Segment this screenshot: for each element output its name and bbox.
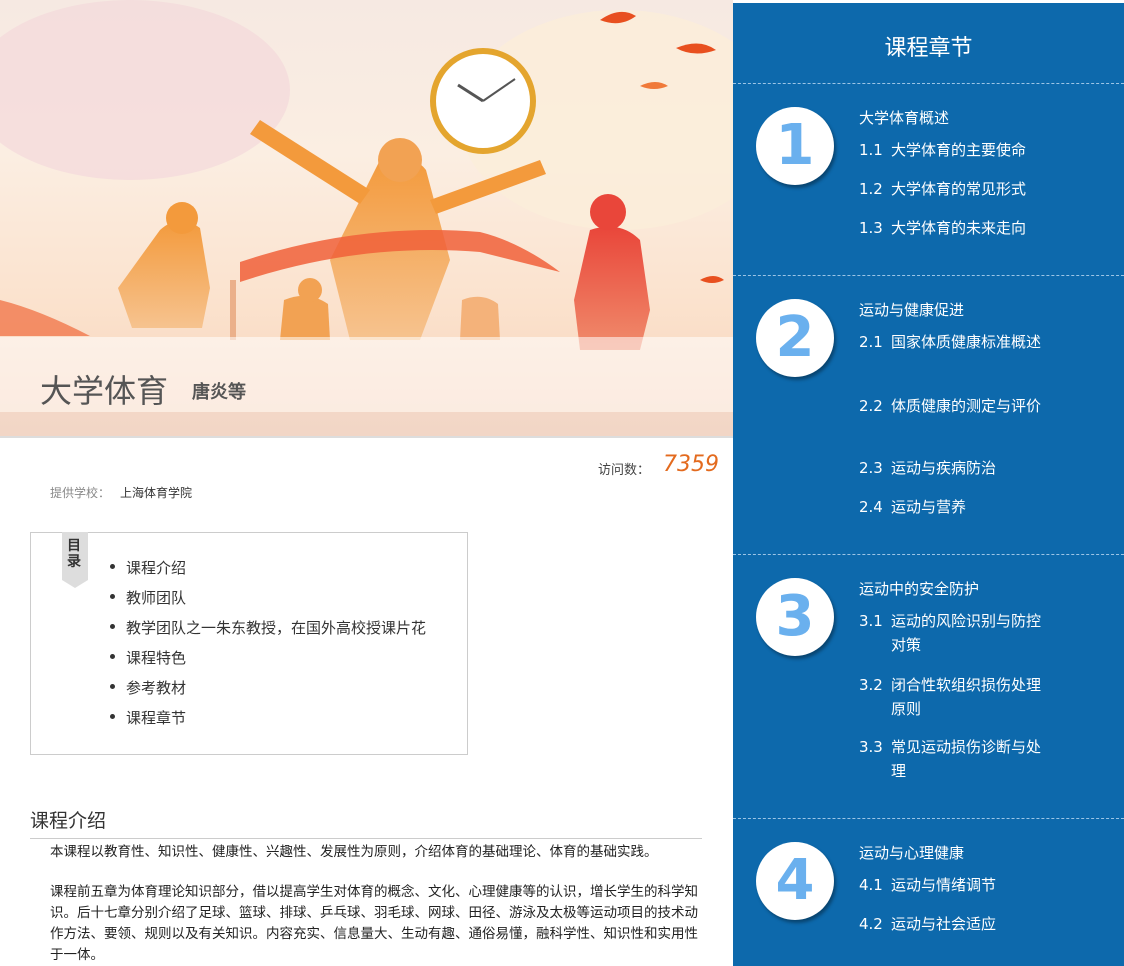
section-number: 2.2: [859, 397, 883, 415]
toc-item-label: 课程章节: [126, 709, 187, 727]
chapter-name[interactable]: 大学体育概述: [859, 107, 949, 128]
chapters-sidebar: 课程章节 1 大学体育概述 1.1 大学体育的主要使命 1.2 大学体育的常见形…: [733, 0, 1124, 966]
toc-item[interactable]: 课程介绍: [110, 555, 426, 585]
section-link[interactable]: 大学体育的主要使命: [891, 138, 1051, 162]
school-label: 提供学校：: [50, 486, 111, 500]
course-banner: 大学体育 唐炎等: [0, 0, 733, 438]
intro-paragraph: 本课程以教育性、知识性、健康性、兴趣性、发展性为原则，介绍体育的基础理论、体育的…: [50, 844, 658, 860]
chapter-number-badge: 2: [756, 299, 834, 377]
section-link[interactable]: 运动与疾病防治: [891, 456, 1051, 480]
chapter-name[interactable]: 运动与心理健康: [859, 842, 964, 863]
section-number: 3.2: [859, 676, 883, 694]
section-link[interactable]: 体质健康的测定与评价: [891, 394, 1051, 418]
bullet-icon: [110, 594, 115, 599]
toc-item-label: 教学团队之一朱东教授，在国外高校授课片花: [126, 619, 427, 637]
toc-item[interactable]: 教师团队: [110, 585, 426, 615]
intro-divider: [30, 838, 702, 839]
toc-item-label: 课程介绍: [126, 559, 187, 577]
section-number: 1.2: [859, 180, 883, 198]
section-number: 2.3: [859, 459, 883, 477]
sidebar-top-edge: [733, 0, 1124, 3]
visits-count: 7359: [663, 452, 719, 477]
bullet-icon: [110, 624, 115, 629]
toc-list: 课程介绍 教师团队 教学团队之一朱东教授，在国外高校授课片花 课程特色 参考教材…: [110, 555, 426, 735]
toc-item-label: 课程特色: [126, 649, 187, 667]
visits-label: 访问数：: [598, 463, 651, 478]
toc-item[interactable]: 参考教材: [110, 675, 426, 705]
school-name: 上海体育学院: [120, 486, 193, 500]
banner-divider: [0, 436, 733, 438]
toc-item[interactable]: 课程章节: [110, 705, 426, 735]
chapter-name[interactable]: 运动与健康促进: [859, 299, 964, 320]
chapter-name[interactable]: 运动中的安全防护: [859, 578, 979, 599]
chapters-title: 课程章节: [884, 36, 973, 61]
section-number: 3.1: [859, 612, 883, 630]
bullet-icon: [110, 564, 115, 569]
chapter-divider: [733, 818, 1124, 819]
chapter-divider: [733, 275, 1124, 276]
chapter-number-badge: 3: [756, 578, 834, 656]
toc-bookmark-notch: [62, 580, 88, 588]
toc-tag-label: 目录: [67, 538, 81, 570]
section-number: 2.1: [859, 333, 883, 351]
toc-item[interactable]: 课程特色: [110, 645, 426, 675]
intro-heading: 课程介绍: [30, 810, 107, 832]
chapter-number-badge: 1: [756, 107, 834, 185]
chapter-divider: [733, 83, 1124, 84]
section-link[interactable]: 运动的风险识别与防控对策: [891, 609, 1051, 657]
main-content: 大学体育 唐炎等 访问数： 7359 提供学校： 上海体育学院 目录 课程介绍 …: [0, 0, 733, 966]
section-number: 1.3: [859, 219, 883, 237]
toc-item-label: 教师团队: [126, 589, 187, 607]
section-number: 4.2: [859, 915, 883, 933]
intro-paragraph: 课程前五章为体育理论知识部分，借以提高学生对体育的概念、文化、心理健康等的认识，…: [50, 884, 698, 963]
course-title: 大学体育: [40, 372, 169, 410]
section-number: 4.1: [859, 876, 883, 894]
section-number: 1.1: [859, 141, 883, 159]
section-link[interactable]: 大学体育的未来走向: [891, 216, 1051, 240]
section-link[interactable]: 闭合性软组织损伤处理原则: [891, 673, 1051, 721]
section-link[interactable]: 国家体质健康标准概述: [891, 330, 1051, 354]
section-link[interactable]: 运动与社会适应: [891, 912, 1051, 936]
chapter-divider: [733, 554, 1124, 555]
course-author: 唐炎等: [192, 382, 246, 403]
section-link[interactable]: 常见运动损伤诊断与处理: [891, 735, 1051, 783]
toc-item[interactable]: 教学团队之一朱东教授，在国外高校授课片花: [110, 615, 426, 645]
section-number: 3.3: [859, 738, 883, 756]
toc-item-label: 参考教材: [126, 679, 187, 697]
chapter-number-badge: 4: [756, 842, 834, 920]
section-number: 2.4: [859, 498, 883, 516]
section-link[interactable]: 运动与营养: [891, 495, 1051, 519]
bullet-icon: [110, 684, 115, 689]
banner-bottom-band: [0, 412, 733, 438]
bullet-icon: [110, 654, 115, 659]
bullet-icon: [110, 714, 115, 719]
section-link[interactable]: 大学体育的常见形式: [891, 177, 1051, 201]
section-link[interactable]: 运动与情绪调节: [891, 873, 1051, 897]
